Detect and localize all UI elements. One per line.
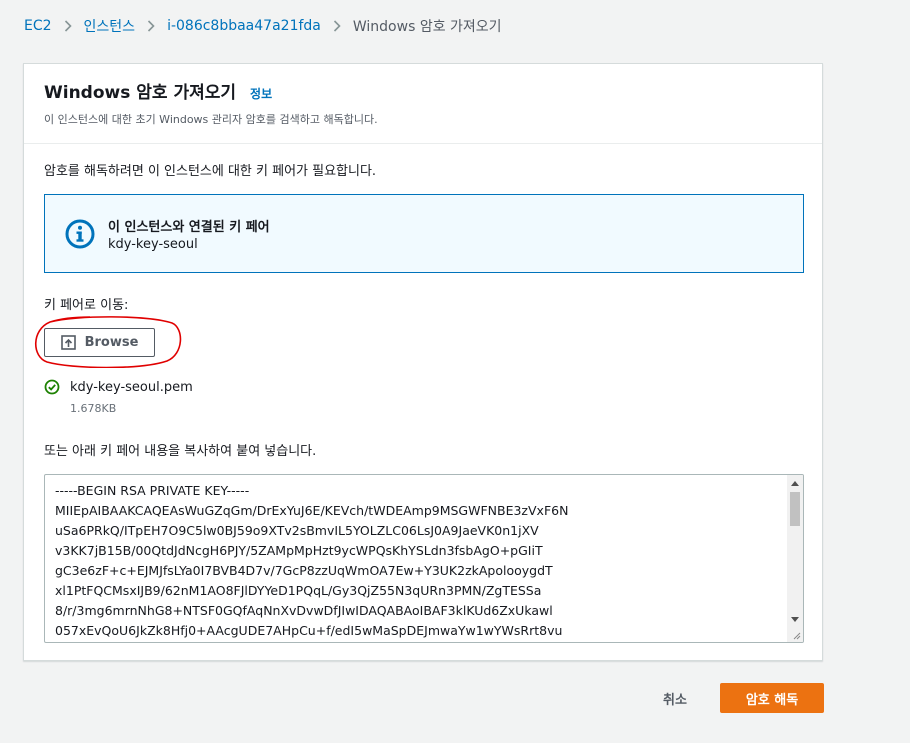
breadcrumb: EC2 인스턴스 i-086c8bbaa47a21fda Windows 암호 … <box>24 16 502 36</box>
cancel-button[interactable]: 취소 <box>650 683 700 713</box>
key-pair-name: kdy-key-seoul <box>108 237 198 252</box>
get-password-panel: Windows 암호 가져오기 정보 이 인스턴스에 대한 초기 Windows… <box>23 63 823 661</box>
private-key-textarea[interactable]: -----BEGIN RSA PRIVATE KEY----- MIIEpAIB… <box>44 474 804 643</box>
chevron-right-icon <box>147 20 155 32</box>
file-name: kdy-key-seoul.pem <box>70 379 193 395</box>
scroll-up-arrow-icon[interactable] <box>791 481 799 486</box>
paste-key-label: 또는 아래 키 페어 내용을 복사하여 붙여 넣습니다. <box>44 444 317 459</box>
info-link[interactable]: 정보 <box>250 85 272 102</box>
panel-header: Windows 암호 가져오기 정보 이 인스턴스에 대한 초기 Windows… <box>24 64 822 144</box>
info-alert-title: 이 인스턴스와 연결된 키 페어 <box>108 220 270 235</box>
decrypt-password-button[interactable]: 암호 해독 <box>720 683 824 713</box>
upload-icon <box>60 335 76 350</box>
textarea-scrollbar[interactable] <box>787 475 803 642</box>
file-size: 1.678KB <box>70 402 117 415</box>
resize-grip-icon[interactable] <box>791 630 801 640</box>
key-pair-required-text: 암호를 해독하려면 이 인스턴스에 대한 키 페어가 필요합니다. <box>44 164 377 179</box>
breadcrumb-instances[interactable]: 인스턴스 <box>84 16 136 36</box>
chevron-right-icon <box>64 20 72 32</box>
scroll-down-arrow-icon[interactable] <box>791 617 799 622</box>
selected-file: kdy-key-seoul.pem <box>44 379 193 395</box>
key-pair-info-alert: 이 인스턴스와 연결된 키 페어 kdy-key-seoul <box>44 194 804 273</box>
page-title: Windows 암호 가져오기 <box>44 83 237 103</box>
browse-button[interactable]: Browse <box>44 328 155 357</box>
panel-description: 이 인스턴스에 대한 초기 Windows 관리자 암호를 검색하고 해독합니다… <box>44 113 378 126</box>
navigate-to-key-label: 키 페어로 이동: <box>44 298 129 313</box>
browse-button-label: Browse <box>84 335 139 350</box>
breadcrumb-current: Windows 암호 가져오기 <box>352 19 502 35</box>
check-circle-icon <box>44 379 60 395</box>
info-circle-icon <box>65 219 95 249</box>
scroll-thumb[interactable] <box>790 492 800 526</box>
breadcrumb-instance-id[interactable]: i-086c8bbaa47a21fda <box>167 18 321 34</box>
breadcrumb-ec2[interactable]: EC2 <box>24 18 52 34</box>
chevron-right-icon <box>333 20 341 32</box>
private-key-content[interactable]: -----BEGIN RSA PRIVATE KEY----- MIIEpAIB… <box>55 481 783 641</box>
